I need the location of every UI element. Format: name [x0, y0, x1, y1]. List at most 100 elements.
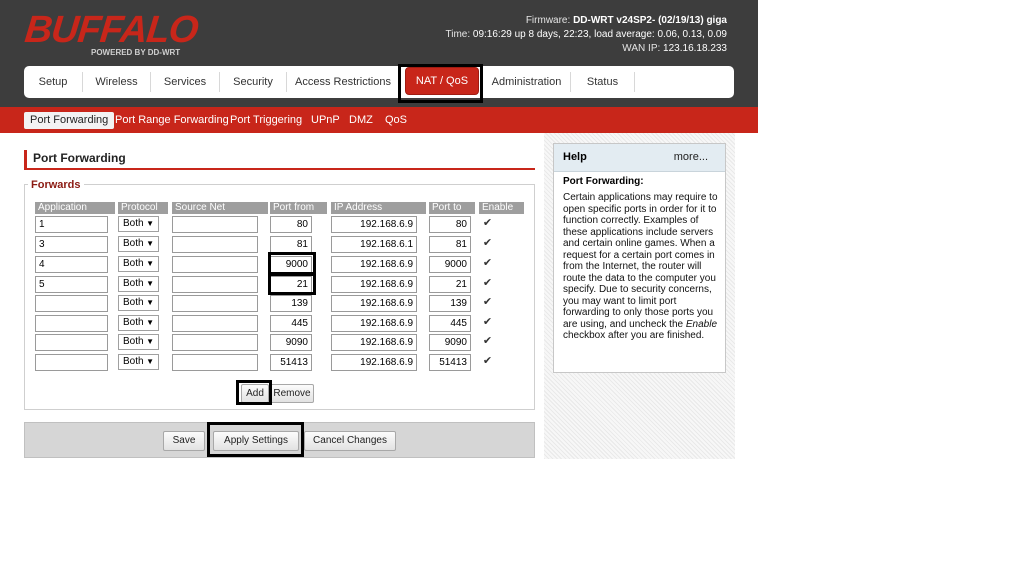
ip-address-input[interactable]: 192.168.6.9 — [331, 334, 417, 351]
source-net-input[interactable] — [172, 236, 258, 253]
port-to-input[interactable]: 80 — [429, 216, 471, 233]
ip-address-input[interactable]: 192.168.6.9 — [331, 354, 417, 371]
source-net-input[interactable] — [172, 216, 258, 233]
application-input[interactable]: 4 — [35, 256, 108, 273]
help-more-link[interactable]: more... — [674, 151, 708, 163]
subnav-port-range-forwarding[interactable]: Port Range Forwarding — [115, 112, 229, 129]
source-net-input[interactable] — [172, 334, 258, 351]
port-to-input[interactable]: 9090 — [429, 334, 471, 351]
protocol-select[interactable]: Both ▼ — [118, 276, 159, 292]
ip-address-input[interactable]: 192.168.6.9 — [331, 315, 417, 332]
enable-checkbox[interactable]: ✔ — [482, 278, 493, 289]
nav-divider — [634, 72, 635, 92]
protocol-select[interactable]: Both ▼ — [118, 315, 159, 331]
chevron-down-icon: ▼ — [146, 357, 154, 366]
port-from-input[interactable]: 80 — [270, 216, 312, 233]
page-title-bar: Port Forwarding — [24, 150, 535, 170]
enable-checkbox[interactable]: ✔ — [482, 258, 493, 269]
port-to-input[interactable]: 81 — [429, 236, 471, 253]
ip-address-input[interactable]: 192.168.6.9 — [331, 295, 417, 312]
protocol-value: Both — [123, 258, 144, 269]
port-to-input[interactable]: 21 — [429, 276, 471, 293]
tab-setup[interactable]: Setup — [24, 66, 82, 98]
protocol-value: Both — [123, 297, 144, 308]
source-net-input[interactable] — [172, 256, 258, 273]
subnav-port-forwarding[interactable]: Port Forwarding — [24, 112, 115, 129]
port-from-input[interactable]: 51413 — [270, 354, 312, 371]
protocol-select[interactable]: Both ▼ — [118, 354, 159, 370]
port-to-input[interactable]: 139 — [429, 295, 471, 312]
source-net-input[interactable] — [172, 276, 258, 293]
port-from-input[interactable]: 9000 — [270, 256, 312, 273]
enable-checkbox[interactable]: ✔ — [482, 317, 493, 328]
protocol-select[interactable]: Both ▼ — [118, 256, 159, 272]
ip-address-input[interactable]: 192.168.6.1 — [331, 236, 417, 253]
help-text-part: checkbox after you are finished. — [563, 330, 705, 341]
column-header-source-net: Source Net — [172, 202, 268, 214]
save-button[interactable]: Save — [163, 431, 205, 451]
protocol-value: Both — [123, 238, 144, 249]
system-info: Firmware: DD-WRT v24SP2- (02/19/13) giga… — [445, 14, 727, 56]
wan-ip-value: 123.16.18.233 — [663, 43, 727, 54]
protocol-select[interactable]: Both ▼ — [118, 295, 159, 311]
subnav-upnp[interactable]: UPnP — [311, 112, 340, 129]
ip-address-input[interactable]: 192.168.6.9 — [331, 276, 417, 293]
add-button[interactable]: Add — [241, 384, 269, 403]
port-from-input[interactable]: 445 — [270, 315, 312, 332]
help-text: Certain applications may require to open… — [563, 192, 723, 342]
chevron-down-icon: ▼ — [146, 318, 154, 327]
enable-checkbox[interactable]: ✔ — [482, 297, 493, 308]
chevron-down-icon: ▼ — [146, 337, 154, 346]
port-from-input[interactable]: 21 — [270, 276, 312, 293]
enable-checkbox[interactable]: ✔ — [482, 356, 493, 367]
remove-button[interactable]: Remove — [270, 384, 314, 403]
tab-wireless[interactable]: Wireless — [83, 66, 150, 98]
chevron-down-icon: ▼ — [146, 239, 154, 248]
tab-status[interactable]: Status — [571, 66, 634, 98]
application-input[interactable] — [35, 315, 108, 332]
firmware-label: Firmware: — [525, 15, 571, 26]
port-from-input[interactable]: 139 — [270, 295, 312, 312]
firmware-value: DD-WRT v24SP2- (02/19/13) giga — [573, 15, 727, 26]
enable-checkbox[interactable]: ✔ — [482, 336, 493, 347]
application-input[interactable] — [35, 334, 108, 351]
application-input[interactable] — [35, 354, 108, 371]
protocol-value: Both — [123, 317, 144, 328]
tab-nat-qos[interactable]: NAT / QoS — [405, 67, 479, 95]
protocol-value: Both — [123, 218, 144, 229]
port-to-input[interactable]: 51413 — [429, 354, 471, 371]
port-to-input[interactable]: 445 — [429, 315, 471, 332]
tab-administration[interactable]: Administration — [484, 66, 569, 98]
tab-access-restrictions[interactable]: Access Restrictions — [287, 66, 399, 98]
column-header-application: Application — [35, 202, 115, 214]
source-net-input[interactable] — [172, 295, 258, 312]
protocol-select[interactable]: Both ▼ — [118, 236, 159, 252]
application-input[interactable] — [35, 295, 108, 312]
tab-services[interactable]: Services — [151, 66, 219, 98]
chevron-down-icon: ▼ — [146, 259, 154, 268]
source-net-input[interactable] — [172, 315, 258, 332]
subnav-qos[interactable]: QoS — [385, 112, 407, 129]
enable-checkbox[interactable]: ✔ — [482, 218, 493, 229]
router-admin-page: BUFFALO POWERED BY DD-WRT Firmware: DD-W… — [0, 0, 758, 576]
protocol-select[interactable]: Both ▼ — [118, 334, 159, 350]
ip-address-input[interactable]: 192.168.6.9 — [331, 256, 417, 273]
port-from-input[interactable]: 81 — [270, 236, 312, 253]
tab-security[interactable]: Security — [220, 66, 286, 98]
time-line: Time: 09:16:29 up 8 days, 22:23, load av… — [445, 28, 727, 42]
application-input[interactable]: 1 — [35, 216, 108, 233]
application-input[interactable]: 5 — [35, 276, 108, 293]
port-from-input[interactable]: 9090 — [270, 334, 312, 351]
application-input[interactable]: 3 — [35, 236, 108, 253]
apply-settings-button[interactable]: Apply Settings — [213, 431, 299, 451]
subnav-port-triggering[interactable]: Port Triggering — [230, 112, 302, 129]
protocol-select[interactable]: Both ▼ — [118, 216, 159, 232]
enable-checkbox[interactable]: ✔ — [482, 238, 493, 249]
ip-address-input[interactable]: 192.168.6.9 — [331, 216, 417, 233]
protocol-value: Both — [123, 336, 144, 347]
subnav-dmz[interactable]: DMZ — [349, 112, 373, 129]
time-label: Time: — [445, 29, 471, 40]
port-to-input[interactable]: 9000 — [429, 256, 471, 273]
cancel-changes-button[interactable]: Cancel Changes — [304, 431, 396, 451]
source-net-input[interactable] — [172, 354, 258, 371]
